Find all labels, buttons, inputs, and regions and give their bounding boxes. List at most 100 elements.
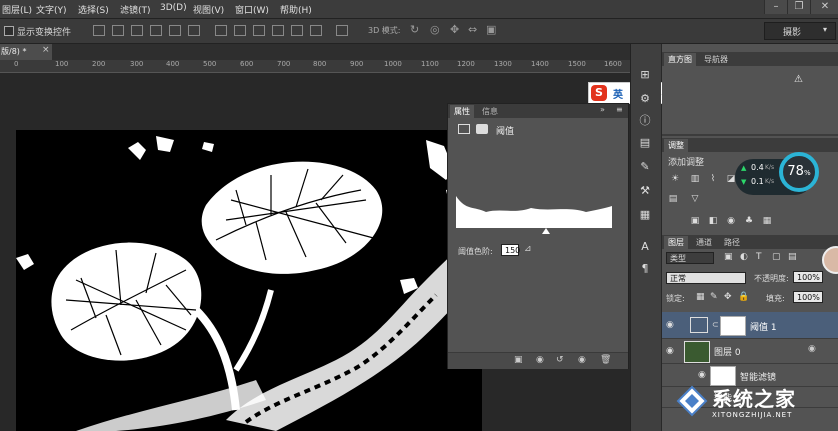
- black-white-icon[interactable]: ◧: [708, 216, 718, 226]
- panel-menu-icon[interactable]: ≡: [616, 105, 623, 114]
- sogou-logo-icon[interactable]: S: [591, 85, 607, 101]
- align-top-icon[interactable]: [93, 25, 105, 36]
- eye-icon[interactable]: ◉: [666, 346, 674, 356]
- tab-channels[interactable]: 通道: [692, 236, 716, 249]
- filter-adjustment-icon[interactable]: ◐: [740, 252, 748, 262]
- mask-icon[interactable]: [476, 124, 488, 134]
- align-left-icon[interactable]: [150, 25, 162, 36]
- restore-button[interactable]: ❐: [787, 0, 810, 14]
- transform-checkbox[interactable]: [4, 26, 14, 36]
- levels-icon[interactable]: ▥: [690, 174, 700, 184]
- tab-paths[interactable]: 路径: [720, 236, 744, 249]
- threshold-leaf-image: [16, 130, 482, 431]
- lock-pixels-icon[interactable]: ✎: [710, 292, 718, 302]
- info-icon[interactable]: ⓘ: [638, 114, 652, 128]
- tab-info[interactable]: 信息: [478, 105, 502, 118]
- align-vcenter-icon[interactable]: [112, 25, 124, 36]
- document-tab[interactable]: 版/8) * ×: [0, 44, 52, 60]
- histogram-warning-icon[interactable]: ⚠: [794, 74, 803, 85]
- color-balance-icon[interactable]: ▣: [690, 216, 700, 226]
- layer-name[interactable]: 阈值 1: [750, 320, 777, 333]
- menu-type[interactable]: 文字(Y): [36, 3, 67, 16]
- link-icon[interactable]: ⊂: [712, 320, 719, 329]
- color-lookup-icon[interactable]: ▦: [762, 216, 772, 226]
- eye-icon[interactable]: ◉: [666, 320, 674, 330]
- distribute-right-icon[interactable]: [310, 25, 322, 36]
- memory-gauge[interactable]: 78%: [779, 152, 819, 192]
- menu-3d[interactable]: 3D(D): [160, 3, 187, 13]
- lock-all-icon[interactable]: 🔒: [738, 292, 749, 302]
- layer-name[interactable]: 图层 0: [714, 345, 741, 358]
- distribute-vcenter-icon[interactable]: [234, 25, 246, 36]
- lock-transparent-icon[interactable]: ▦: [696, 292, 705, 302]
- close-tab-icon[interactable]: ×: [42, 45, 50, 55]
- ruler-tick: 0: [14, 60, 19, 68]
- tab-navigator[interactable]: 导航器: [700, 53, 732, 66]
- tool-presets-icon[interactable]: ⚒: [638, 184, 652, 198]
- clip-to-layer-icon[interactable]: ▣: [514, 355, 523, 365]
- trash-icon[interactable]: 🗑: [600, 355, 611, 365]
- 3d-scale-icon[interactable]: ▣: [486, 23, 496, 36]
- 3d-roll-icon[interactable]: ◎: [430, 23, 440, 36]
- collapse-icon[interactable]: »: [600, 105, 605, 114]
- character-icon[interactable]: A: [638, 240, 652, 254]
- download-speed: 0.1: [751, 177, 764, 186]
- photo-filter-icon[interactable]: ◉: [726, 216, 736, 226]
- tab-properties[interactable]: 属性: [450, 105, 474, 118]
- align-hcenter-icon[interactable]: [169, 25, 181, 36]
- opacity-input[interactable]: 100%: [793, 271, 823, 283]
- tab-layers[interactable]: 图层: [664, 236, 688, 249]
- filter-shape-icon[interactable]: ▢: [772, 252, 781, 262]
- 3d-rotate-icon[interactable]: ↻: [410, 23, 419, 36]
- align-bottom-icon[interactable]: [131, 25, 143, 36]
- ime-lang-toggle[interactable]: 英: [613, 86, 623, 101]
- view-previous-icon[interactable]: ◉: [536, 355, 544, 365]
- channel-mixer-icon[interactable]: ♣: [744, 216, 754, 226]
- document-canvas[interactable]: [16, 130, 482, 431]
- vibrance-icon[interactable]: ▽: [690, 194, 700, 204]
- curves-icon[interactable]: ⌇: [708, 174, 718, 184]
- 3d-slide-icon[interactable]: ⇔: [468, 23, 477, 36]
- distribute-top-icon[interactable]: [215, 25, 227, 36]
- fill-input[interactable]: 100%: [793, 291, 823, 303]
- hue-saturation-icon[interactable]: ▤: [668, 194, 678, 204]
- menu-filter[interactable]: 滤镜(T): [120, 3, 151, 16]
- distribute-hcenter-icon[interactable]: [291, 25, 303, 36]
- align-right-icon[interactable]: [188, 25, 200, 36]
- properties-dock-icon[interactable]: ⚙: [638, 92, 652, 106]
- filter-pixel-icon[interactable]: ▣: [724, 252, 733, 262]
- tab-adjustments[interactable]: 调整: [664, 139, 688, 152]
- layer-row-threshold[interactable]: ◉ ⊂ 阈值 1: [662, 312, 838, 339]
- menu-layer[interactable]: 图层(L): [2, 3, 32, 16]
- actions-icon[interactable]: ▤: [638, 136, 652, 150]
- close-button[interactable]: ✕: [810, 0, 838, 14]
- 3d-drag-icon[interactable]: ✥: [450, 23, 459, 36]
- layer-kind-filter[interactable]: 类型: [666, 252, 714, 264]
- layer-row-layer0[interactable]: ◉ 图层 0 ◉: [662, 339, 838, 364]
- paragraph-icon[interactable]: ¶: [638, 262, 652, 276]
- warning-histogram-icon[interactable]: ⊿: [524, 244, 532, 254]
- visibility-icon[interactable]: ◉: [578, 355, 586, 365]
- filter-smart-icon[interactable]: ▤: [788, 252, 797, 262]
- auto-align-icon[interactable]: [336, 25, 348, 36]
- menu-help[interactable]: 帮助(H): [280, 3, 312, 16]
- brightness-icon[interactable]: ☀: [670, 174, 680, 184]
- minimize-button[interactable]: –: [764, 0, 787, 14]
- distribute-bottom-icon[interactable]: [253, 25, 265, 36]
- menu-select[interactable]: 选择(S): [78, 3, 109, 16]
- menu-window[interactable]: 窗口(W): [235, 3, 269, 16]
- tab-histogram[interactable]: 直方图: [664, 53, 696, 66]
- eye-icon[interactable]: ◉: [698, 370, 706, 380]
- history-icon[interactable]: ⊞: [638, 68, 652, 82]
- brush-icon[interactable]: ✎: [638, 160, 652, 174]
- menu-view[interactable]: 视图(V): [193, 3, 224, 16]
- threshold-slider-handle[interactable]: [542, 228, 550, 234]
- filter-type-icon[interactable]: T: [756, 252, 762, 262]
- blend-mode-select[interactable]: 正常: [666, 272, 746, 284]
- clone-source-icon[interactable]: ▦: [638, 208, 652, 222]
- reset-icon[interactable]: ↺: [556, 355, 564, 365]
- threshold-level-input[interactable]: 150: [501, 244, 520, 256]
- workspace-select[interactable]: 摄影 ▾: [764, 22, 836, 40]
- lock-position-icon[interactable]: ✥: [724, 292, 732, 302]
- distribute-left-icon[interactable]: [272, 25, 284, 36]
